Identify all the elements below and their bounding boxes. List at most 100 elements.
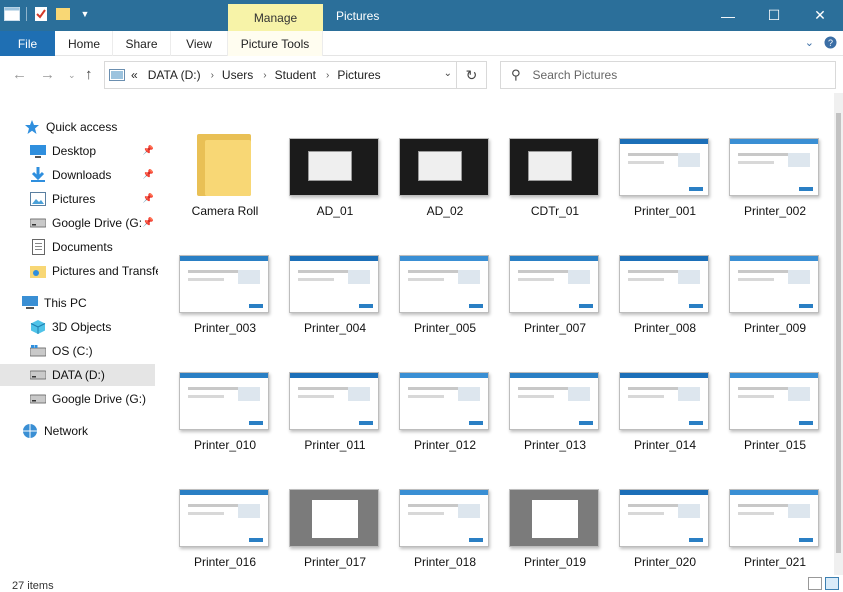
nav-item-google-drive-g[interactable]: Google Drive (G:): [30, 388, 158, 410]
image-thumbnail: [508, 114, 600, 202]
file-item[interactable]: Printer_002: [715, 110, 825, 225]
nav-label: Quick access: [46, 120, 118, 134]
chevron-down-icon[interactable]: ⌄: [805, 36, 814, 52]
new-folder-icon[interactable]: [55, 6, 71, 22]
chevron-right-icon[interactable]: ›: [263, 70, 266, 81]
file-item[interactable]: Printer_014: [605, 344, 715, 459]
tab-picture-tools[interactable]: Picture Tools: [228, 31, 323, 56]
refresh-button[interactable]: ↻: [457, 61, 487, 89]
window-controls: — ☐ ✕: [705, 0, 843, 31]
help-icon[interactable]: ?: [824, 36, 837, 52]
file-name: Printer_010: [193, 438, 257, 452]
file-name: Printer_020: [633, 555, 697, 569]
file-item[interactable]: Printer_005: [385, 227, 495, 342]
tab-view[interactable]: View: [171, 31, 228, 56]
pin-icon[interactable]: 📌: [143, 145, 154, 156]
file-item[interactable]: Printer_007: [495, 227, 605, 342]
chevron-right-icon[interactable]: ›: [326, 70, 329, 81]
nav-item-google-drive[interactable]: Google Drive (G: 📌: [30, 212, 158, 234]
image-thumbnail: [398, 231, 490, 319]
image-thumbnail: [288, 114, 380, 202]
file-item[interactable]: CDTr_01: [495, 110, 605, 225]
file-name: Printer_004: [303, 321, 367, 335]
recent-locations-icon[interactable]: ⌄: [68, 70, 76, 81]
view-switcher: [808, 577, 839, 590]
file-item[interactable]: Printer_012: [385, 344, 495, 459]
file-item[interactable]: Printer_009: [715, 227, 825, 342]
nav-item-3d-objects[interactable]: 3D Objects: [30, 316, 158, 338]
image-thumbnail: [288, 465, 380, 553]
nav-item-pictures-and-transfer[interactable]: Pictures and Transfe: [30, 260, 158, 282]
nav-network[interactable]: Network: [22, 420, 158, 442]
nav-item-desktop[interactable]: Desktop 📌: [30, 140, 158, 162]
minimize-button[interactable]: —: [705, 0, 751, 31]
forward-arrow-icon[interactable]: →: [40, 66, 55, 83]
tab-home[interactable]: Home: [56, 31, 113, 56]
file-name: Printer_015: [743, 438, 807, 452]
maximize-button[interactable]: ☐: [751, 0, 797, 31]
pin-icon[interactable]: 📌: [143, 169, 154, 180]
folder-item[interactable]: Camera Roll: [165, 110, 275, 225]
file-item[interactable]: AD_01: [275, 110, 385, 225]
file-item[interactable]: Printer_013: [495, 344, 605, 459]
address-overflow[interactable]: «: [131, 68, 138, 82]
tab-file[interactable]: File: [0, 31, 55, 56]
file-item[interactable]: AD_02: [385, 110, 495, 225]
nav-this-pc[interactable]: This PC: [22, 292, 158, 314]
file-item[interactable]: Printer_015: [715, 344, 825, 459]
up-arrow-icon[interactable]: ↑: [85, 66, 93, 83]
pin-icon[interactable]: 📌: [143, 217, 154, 228]
back-arrow-icon[interactable]: ←: [12, 66, 27, 83]
file-name: AD_01: [316, 204, 354, 218]
details-view-icon[interactable]: [808, 577, 822, 590]
pin-icon[interactable]: 📌: [143, 193, 154, 204]
file-name: Printer_013: [523, 438, 587, 452]
address-dropdown-icon[interactable]: ⌄: [444, 68, 452, 79]
close-button[interactable]: ✕: [797, 0, 843, 31]
scrollbar-thumb[interactable]: [836, 113, 841, 553]
file-name: Printer_003: [193, 321, 257, 335]
file-item[interactable]: Printer_003: [165, 227, 275, 342]
vertical-scrollbar[interactable]: [834, 93, 843, 578]
quick-access-toolbar: ▼: [4, 6, 93, 22]
image-thumbnail: [508, 348, 600, 436]
nav-label: Pictures and Transfe: [52, 264, 158, 278]
chevron-right-icon[interactable]: ›: [211, 70, 214, 81]
search-input[interactable]: ⚲ Search Pictures: [500, 61, 836, 89]
file-item[interactable]: Printer_021: [715, 461, 825, 575]
nav-item-os-c[interactable]: OS (C:): [30, 340, 158, 362]
breadcrumb-users[interactable]: Users: [222, 68, 253, 82]
breadcrumb-student[interactable]: Student: [275, 68, 316, 82]
nav-item-documents[interactable]: Documents: [30, 236, 158, 258]
file-item[interactable]: Printer_011: [275, 344, 385, 459]
image-thumbnail: [728, 114, 820, 202]
nav-quick-access[interactable]: Quick access: [24, 116, 158, 138]
address-bar[interactable]: « DATA (D:) › Users › Student › Pictures…: [104, 61, 457, 89]
file-item[interactable]: Printer_017: [275, 461, 385, 575]
nav-item-downloads[interactable]: Downloads 📌: [30, 164, 158, 186]
cube-icon: [30, 319, 46, 335]
file-item[interactable]: Printer_001: [605, 110, 715, 225]
pictures-icon: [30, 191, 46, 207]
image-thumbnail: [178, 231, 270, 319]
manage-tab[interactable]: Manage: [228, 4, 323, 31]
properties-icon[interactable]: [33, 6, 49, 22]
breadcrumb-pictures[interactable]: Pictures: [337, 68, 380, 82]
pictures-location-icon: [109, 69, 125, 81]
file-item[interactable]: Printer_020: [605, 461, 715, 575]
tab-share[interactable]: Share: [113, 31, 171, 56]
nav-item-pictures[interactable]: Pictures 📌: [30, 188, 158, 210]
file-item[interactable]: Printer_019: [495, 461, 605, 575]
drive-icon: [30, 367, 46, 383]
file-item[interactable]: Printer_004: [275, 227, 385, 342]
file-item[interactable]: Printer_018: [385, 461, 495, 575]
nav-item-data-d[interactable]: DATA (D:): [0, 364, 155, 386]
customize-toolbar-icon[interactable]: ▼: [77, 6, 93, 22]
file-item[interactable]: Printer_016: [165, 461, 275, 575]
file-item[interactable]: Printer_008: [605, 227, 715, 342]
breadcrumb-data-drive[interactable]: DATA (D:): [148, 68, 201, 82]
file-item[interactable]: Printer_010: [165, 344, 275, 459]
large-icons-view-icon[interactable]: [825, 577, 839, 590]
window-icon[interactable]: [4, 6, 20, 22]
image-thumbnail: [398, 348, 490, 436]
